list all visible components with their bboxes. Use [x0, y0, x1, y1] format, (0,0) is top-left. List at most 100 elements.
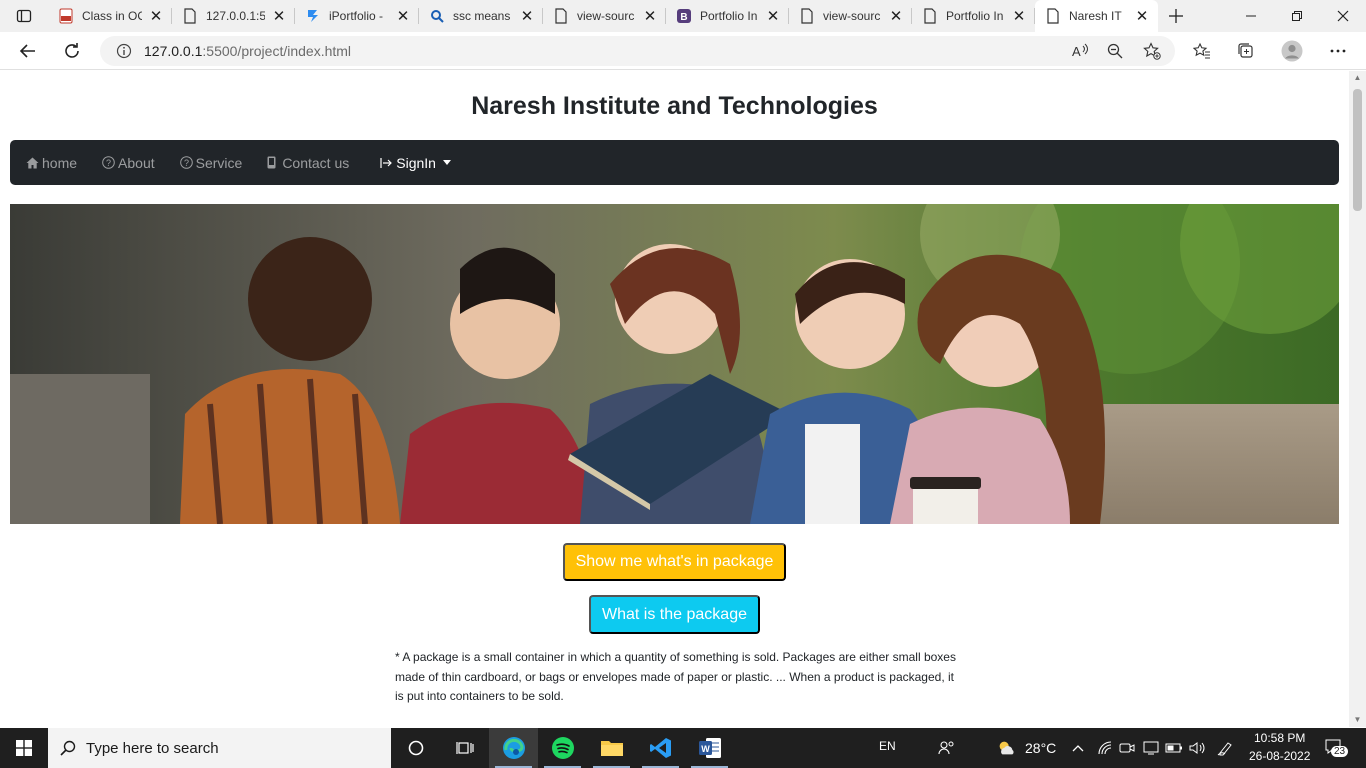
- bootstrap-icon: B: [676, 8, 692, 24]
- nav-link-home[interactable]: home: [26, 155, 77, 171]
- nav-link-contact[interactable]: Contact us: [267, 155, 349, 171]
- avatar-icon: [1281, 40, 1303, 62]
- back-arrow-icon: [19, 44, 35, 58]
- navbar: home ? About ? Service Contact us SignIn: [10, 140, 1339, 185]
- page-icon: [182, 8, 198, 24]
- show-package-button[interactable]: Show me what's in package: [563, 543, 786, 581]
- reload-button[interactable]: [54, 36, 90, 66]
- close-icon[interactable]: ✕: [519, 8, 535, 25]
- collections-button[interactable]: [1228, 36, 1264, 66]
- volume-icon[interactable]: [1188, 738, 1208, 758]
- close-icon[interactable]: ✕: [1134, 8, 1150, 25]
- close-icon[interactable]: ✕: [395, 8, 411, 25]
- search-icon: [429, 8, 445, 24]
- new-tab-button[interactable]: [1158, 0, 1194, 32]
- zoom-out-button[interactable]: [1097, 36, 1133, 66]
- taskbar-word-button[interactable]: W: [685, 728, 734, 768]
- pdf-icon: [58, 8, 74, 24]
- profile-button[interactable]: [1274, 36, 1310, 66]
- clock-date[interactable]: 26-08-2022: [1249, 749, 1310, 763]
- svg-text:?: ?: [106, 158, 111, 168]
- star-add-icon: [1143, 42, 1161, 60]
- page-icon: [922, 8, 938, 24]
- zoom-out-icon: [1107, 43, 1123, 59]
- browser-tab[interactable]: ssc means ✕: [419, 0, 543, 32]
- favorites-icon: [1193, 42, 1210, 59]
- nav-dropdown-signin[interactable]: SignIn: [380, 155, 451, 171]
- browser-tab[interactable]: view-sourc ✕: [789, 0, 912, 32]
- close-icon[interactable]: ✕: [888, 8, 904, 25]
- task-view-icon: [455, 742, 474, 754]
- display-icon[interactable]: [1141, 738, 1161, 758]
- browser-tab-active[interactable]: Naresh IT ✕: [1035, 0, 1158, 32]
- address-bar[interactable]: 127.0.0.1:5500/project/index.html: [100, 36, 1175, 66]
- vertical-scrollbar[interactable]: ▲ ▼: [1349, 71, 1366, 727]
- more-dots-icon: [1330, 49, 1346, 53]
- read-aloud-button[interactable]: A: [1062, 36, 1098, 66]
- nav-label: home: [42, 154, 78, 171]
- scrollbar-thumb[interactable]: [1353, 89, 1362, 211]
- site-title: Naresh Institute and Technologies: [471, 92, 878, 120]
- restore-button[interactable]: [1274, 0, 1320, 32]
- pen-icon[interactable]: [1216, 738, 1236, 758]
- browser-tab-strip: Class in OO ✕ 127.0.0.1:5 ✕ iPortfolio -…: [0, 0, 1366, 32]
- close-icon[interactable]: ✕: [765, 8, 781, 25]
- add-favorite-button[interactable]: [1134, 36, 1170, 66]
- svg-text:B: B: [680, 12, 687, 23]
- taskbar-edge-button[interactable]: [489, 728, 538, 768]
- weather-icon[interactable]: [996, 738, 1016, 758]
- taskbar-vscode-button[interactable]: [636, 728, 685, 768]
- close-icon[interactable]: ✕: [642, 8, 658, 25]
- tab-actions-button[interactable]: [0, 0, 48, 32]
- page-viewport: Naresh Institute and Technologies home ?…: [0, 71, 1349, 727]
- task-view-button[interactable]: [440, 728, 489, 768]
- browser-tab[interactable]: iPortfolio - ✕: [295, 0, 419, 32]
- browser-tab[interactable]: B Portfolio In ✕: [666, 0, 789, 32]
- clock-time[interactable]: 10:58 PM: [1254, 731, 1305, 745]
- close-icon[interactable]: ✕: [271, 8, 287, 25]
- dropdown-caret-icon: [442, 160, 451, 165]
- taskbar-spotify-button[interactable]: [538, 728, 587, 768]
- start-button[interactable]: [0, 728, 48, 768]
- scroll-up-icon[interactable]: ▲: [1353, 73, 1362, 82]
- vscode-icon: [649, 738, 671, 758]
- taskbar-file-explorer-button[interactable]: [587, 728, 636, 768]
- url-path: :5500/project/index.html: [202, 43, 352, 59]
- tab-title: view-sourc: [823, 9, 881, 23]
- spotify-icon: [551, 737, 574, 759]
- nav-link-about[interactable]: ? About: [102, 155, 155, 171]
- browser-tab[interactable]: view-sourc ✕: [543, 0, 666, 32]
- browser-tab[interactable]: Class in OO ✕: [48, 0, 172, 32]
- taskbar-search-box[interactable]: Type here to search: [48, 728, 391, 768]
- weather-temperature[interactable]: 28°C: [1025, 740, 1056, 756]
- windows-logo-icon: [16, 740, 32, 756]
- info-icon[interactable]: [116, 43, 132, 59]
- tab-title: Naresh IT: [1069, 9, 1122, 23]
- close-icon[interactable]: ✕: [148, 8, 164, 25]
- meet-now-icon[interactable]: [1117, 738, 1137, 758]
- settings-more-button[interactable]: [1320, 36, 1356, 66]
- tab-title: view-sourc: [577, 9, 635, 23]
- favorites-button[interactable]: [1184, 36, 1220, 66]
- chevron-up-icon[interactable]: [1068, 738, 1088, 758]
- browser-tab[interactable]: Portfolio In ✕: [912, 0, 1035, 32]
- cortana-button[interactable]: [391, 728, 440, 768]
- close-window-button[interactable]: [1320, 0, 1366, 32]
- plus-icon: [1169, 9, 1183, 23]
- people-icon[interactable]: [937, 738, 957, 758]
- language-indicator[interactable]: EN: [879, 739, 896, 753]
- back-button[interactable]: [10, 36, 46, 66]
- battery-icon[interactable]: [1164, 738, 1184, 758]
- browser-tab[interactable]: 127.0.0.1:5 ✕: [172, 0, 295, 32]
- scroll-down-icon[interactable]: ▼: [1353, 715, 1362, 724]
- house-icon: [26, 157, 39, 169]
- svg-text:A: A: [1072, 44, 1081, 59]
- nav-link-service[interactable]: ? Service: [179, 155, 242, 171]
- what-is-package-button[interactable]: What is the package: [589, 595, 760, 634]
- page-icon: [799, 8, 815, 24]
- wifi-icon[interactable]: [1095, 738, 1115, 758]
- nav-label: Contact us: [282, 154, 350, 171]
- minimize-button[interactable]: [1228, 0, 1274, 32]
- tab-title: Portfolio In: [700, 9, 758, 23]
- close-icon[interactable]: ✕: [1011, 8, 1027, 25]
